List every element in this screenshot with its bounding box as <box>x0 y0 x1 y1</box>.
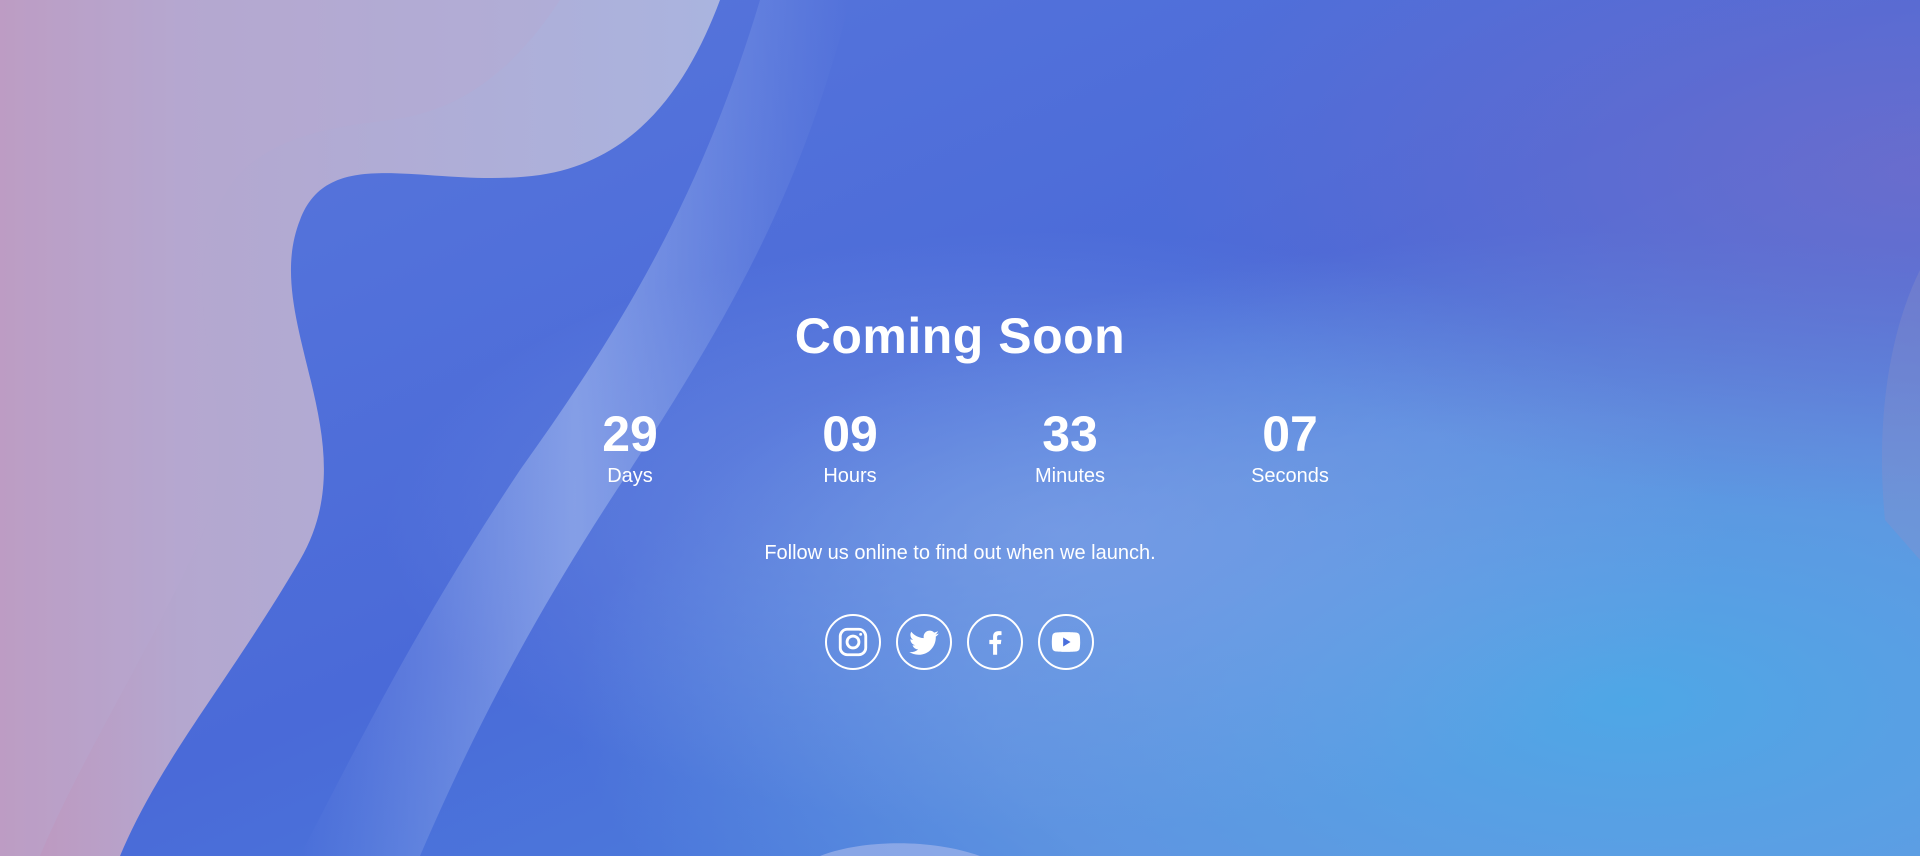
countdown-days-label: Days <box>607 465 653 487</box>
countdown-seconds-label: Seconds <box>1251 465 1329 487</box>
twitter-icon <box>909 630 939 655</box>
countdown: 29 Days 09 Hours 33 Minutes 07 Seconds <box>0 406 1920 496</box>
countdown-hours-value: 09 <box>822 406 878 462</box>
coming-soon-page: Coming Soon 29 Days 09 Hours 33 Minutes … <box>0 0 1920 856</box>
countdown-minutes-value: 33 <box>1042 406 1098 462</box>
countdown-days-value: 29 <box>602 406 658 462</box>
countdown-minutes: 33 Minutes <box>980 406 1160 488</box>
page-title: Coming Soon <box>794 308 1126 364</box>
countdown-seconds-value: 07 <box>1262 406 1318 462</box>
instagram-link[interactable] <box>825 614 881 670</box>
twitter-link[interactable] <box>896 614 952 670</box>
countdown-hours-label: Hours <box>823 465 877 487</box>
youtube-icon <box>1051 632 1081 652</box>
youtube-link[interactable] <box>1038 614 1094 670</box>
countdown-seconds: 07 Seconds <box>1200 406 1380 488</box>
instagram-icon <box>838 627 868 657</box>
facebook-link[interactable] <box>967 614 1023 670</box>
countdown-minutes-label: Minutes <box>1034 465 1106 487</box>
tagline: Follow us online to find out when we lau… <box>764 542 1156 564</box>
countdown-days: 29 Days <box>540 406 720 488</box>
facebook-icon <box>989 631 1002 655</box>
countdown-hours: 09 Hours <box>760 406 940 488</box>
social-links <box>0 614 1920 670</box>
